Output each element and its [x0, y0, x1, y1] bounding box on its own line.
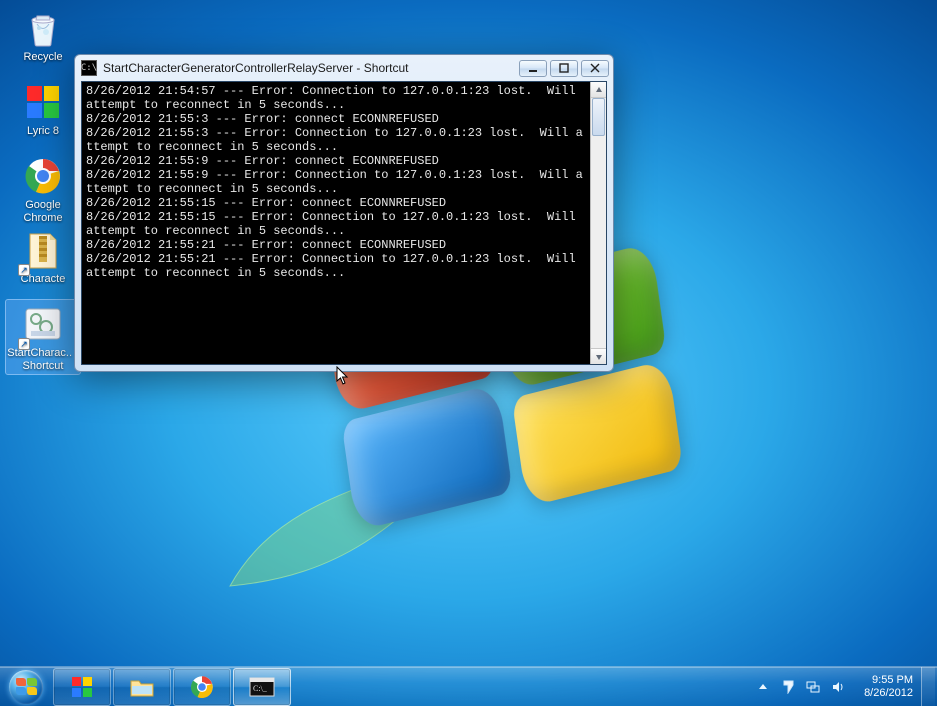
tray-show-hidden-icon[interactable]: [755, 679, 771, 695]
window-title: StartCharacterGeneratorControllerRelaySe…: [103, 61, 519, 75]
clock-time: 9:55 PM: [864, 674, 913, 687]
close-button[interactable]: [581, 60, 609, 77]
desktop-icon-recycle-bin[interactable]: Recycle: [6, 4, 80, 78]
lyric8-icon: [68, 675, 96, 699]
taskbar-clock[interactable]: 9:55 PM 8/26/2012: [856, 674, 921, 700]
scroll-track[interactable]: [591, 98, 606, 348]
titlebar[interactable]: C:\ StartCharacterGeneratorControllerRel…: [75, 55, 613, 81]
scroll-thumb[interactable]: [592, 98, 605, 136]
console-line: 8/26/2012 21:55:3 --- Error: Connection …: [86, 126, 586, 154]
desktop-icon-label: Lyric 8: [27, 125, 59, 138]
desktop-icon-lyric8[interactable]: Lyric 8: [6, 78, 80, 152]
console-line: 8/26/2012 21:54:57 --- Error: Connection…: [86, 84, 586, 112]
desktop-icon-label: Google Chrome: [7, 199, 79, 224]
taskbar-button-lyric8[interactable]: [53, 668, 111, 706]
system-tray: 9:55 PM 8/26/2012: [745, 667, 937, 706]
taskbar-button-chrome[interactable]: [173, 668, 231, 706]
console-line: 8/26/2012 21:55:15 --- Error: Connection…: [86, 210, 586, 238]
console-line: 8/26/2012 21:55:3 --- Error: connect ECO…: [86, 112, 586, 126]
scroll-down-button[interactable]: [591, 348, 606, 364]
chrome-icon: [188, 675, 216, 699]
clock-date: 8/26/2012: [864, 687, 913, 700]
taskbar-button-console[interactable]: C:\_: [233, 668, 291, 706]
desktop-icon-chrome[interactable]: Google Chrome: [6, 152, 80, 226]
svg-text:C:\_: C:\_: [253, 684, 268, 693]
taskbar[interactable]: C:\_ 9:55 PM 8/26/2012: [0, 666, 937, 706]
chrome-icon: [21, 154, 65, 198]
desktop-icon-start-shortcut[interactable]: StartCharac.. - Shortcut ↗: [6, 300, 80, 374]
console-window[interactable]: C:\ StartCharacterGeneratorControllerRel…: [74, 54, 614, 372]
volume-icon[interactable]: [830, 679, 846, 695]
lyric8-icon: [21, 80, 65, 124]
minimize-button[interactable]: [519, 60, 547, 77]
taskbar-button-explorer[interactable]: [113, 668, 171, 706]
folder-icon: [128, 675, 156, 699]
desktop[interactable]: Recycle Lyric 8 Google Chrome Characte ↗: [0, 0, 937, 706]
console-client-area: 8/26/2012 21:54:57 --- Error: Connection…: [81, 81, 607, 365]
show-desktop-button[interactable]: [921, 667, 935, 706]
console-line: 8/26/2012 21:55:9 --- Error: connect ECO…: [86, 154, 586, 168]
console-line: 8/26/2012 21:55:21 --- Error: Connection…: [86, 252, 586, 280]
console-line: 8/26/2012 21:55:15 --- Error: connect EC…: [86, 196, 586, 210]
action-center-icon[interactable]: [780, 679, 796, 695]
maximize-button[interactable]: [550, 60, 578, 77]
console-line: 8/26/2012 21:55:21 --- Error: connect EC…: [86, 238, 586, 252]
recycle-bin-icon: [21, 6, 65, 50]
console-app-icon: C:\: [81, 60, 97, 76]
shortcut-arrow-icon: ↗: [18, 264, 30, 276]
desktop-icon-characte[interactable]: Characte ↗: [6, 226, 80, 300]
scroll-up-button[interactable]: [591, 82, 606, 98]
console-icon: C:\_: [248, 675, 276, 699]
network-icon[interactable]: [805, 679, 821, 695]
desktop-icon-label: StartCharac.. - Shortcut: [7, 347, 79, 372]
console-line: 8/26/2012 21:55:9 --- Error: Connection …: [86, 168, 586, 196]
vertical-scrollbar[interactable]: [590, 82, 606, 364]
start-button[interactable]: [0, 667, 52, 706]
desktop-icon-label: Recycle: [23, 51, 62, 64]
shortcut-arrow-icon: ↗: [18, 338, 30, 350]
console-output: 8/26/2012 21:54:57 --- Error: Connection…: [82, 82, 590, 364]
